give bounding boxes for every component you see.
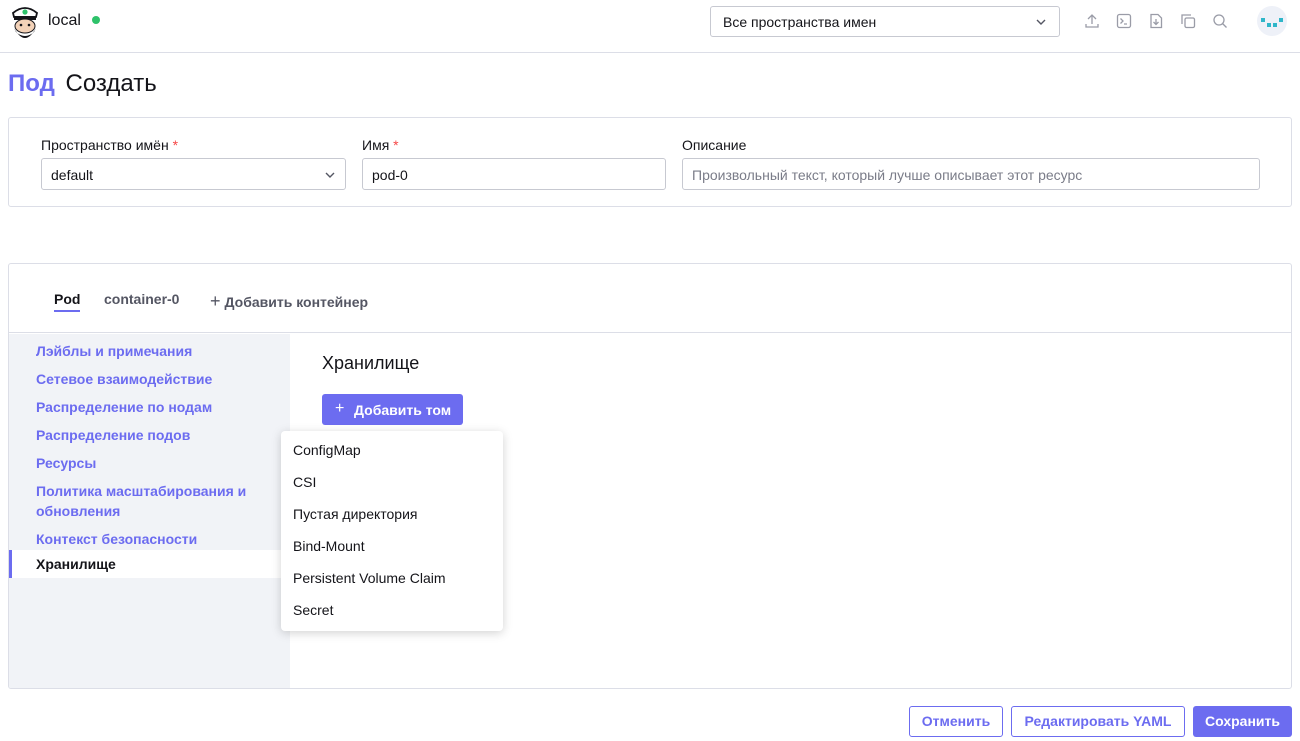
required-mark: * (172, 137, 179, 153)
nav-labels[interactable]: Лэйблы и примечания (9, 341, 290, 361)
menu-item-pvc[interactable]: Persistent Volume Claim (293, 570, 446, 586)
add-container-button[interactable]: + Добавить контейнер (210, 291, 368, 312)
user-avatar[interactable] (1257, 6, 1287, 36)
copy-kubeconfig-icon[interactable] (1179, 12, 1197, 30)
nav-security-context[interactable]: Контекст безопасности (9, 529, 290, 549)
storage-section-title: Хранилище (322, 353, 420, 373)
namespace-value: default (51, 167, 94, 183)
metadata-card: Пространство имён * default Имя * pod-0 … (8, 117, 1292, 207)
tab-container-0[interactable]: container-0 (104, 291, 179, 307)
edit-yaml-button[interactable]: Редактировать YAML (1011, 706, 1185, 737)
top-bar: local Все пространства имен (0, 0, 1300, 53)
resource-type-link[interactable]: Под (8, 70, 55, 97)
name-value: pod-0 (372, 167, 408, 183)
menu-item-bind-mount[interactable]: Bind-Mount (293, 538, 365, 554)
namespace-filter-select[interactable]: Все пространства имен (710, 6, 1060, 37)
container-tabs: Pod container-0 + Добавить контейнер (9, 264, 1291, 333)
volume-type-menu: ConfigMap CSI Пустая директория Bind-Mou… (281, 431, 503, 631)
description-label: Описание (682, 137, 747, 153)
active-tab-indicator (54, 310, 80, 312)
tab-pod[interactable]: Pod (54, 291, 80, 307)
chevron-down-icon (1036, 19, 1046, 25)
import-yaml-icon[interactable] (1083, 12, 1101, 30)
description-placeholder: Произвольный текст, который лучше описыв… (692, 167, 1083, 183)
nav-node-scheduling[interactable]: Распределение по нодам (9, 397, 290, 417)
description-input[interactable]: Произвольный текст, который лучше описыв… (682, 158, 1260, 190)
download-kubeconfig-icon[interactable] (1147, 12, 1165, 30)
add-volume-button[interactable]: + Добавить том (322, 394, 463, 425)
save-button[interactable]: Сохранить (1193, 706, 1292, 737)
plus-icon: + (210, 291, 221, 311)
name-input[interactable]: pod-0 (362, 158, 666, 190)
menu-item-configmap[interactable]: ConfigMap (293, 442, 361, 458)
nav-resources[interactable]: Ресурсы (9, 453, 290, 473)
menu-item-secret[interactable]: Secret (293, 602, 333, 618)
cluster-logo-icon[interactable] (8, 4, 42, 42)
nav-scaling-policy[interactable]: Политика масштабирования и обновления (9, 481, 290, 521)
menu-item-csi[interactable]: CSI (293, 474, 316, 490)
pod-form-card: Pod container-0 + Добавить контейнер Лэйб… (8, 263, 1292, 689)
namespace-label: Пространство имён * (41, 137, 179, 153)
search-icon[interactable] (1211, 12, 1229, 30)
menu-item-empty-dir[interactable]: Пустая директория (293, 506, 418, 522)
page-title: Под Создать (8, 70, 157, 98)
cluster-status-dot (92, 16, 100, 24)
nav-pod-scheduling[interactable]: Распределение подов (9, 425, 290, 445)
kubectl-shell-icon[interactable] (1115, 12, 1133, 30)
namespace-select[interactable]: default (41, 158, 346, 190)
chevron-down-icon (325, 172, 335, 178)
plus-icon: + (335, 400, 345, 417)
name-label: Имя * (362, 137, 399, 153)
cluster-name[interactable]: local (48, 12, 81, 30)
required-mark: * (393, 137, 399, 153)
page-action: Создать (65, 70, 157, 97)
namespace-filter-value: Все пространства имен (723, 14, 877, 30)
side-nav: Лэйблы и примечания Сетевое взаимодейств… (9, 334, 290, 688)
nav-networking[interactable]: Сетевое взаимодействие (9, 369, 290, 389)
cancel-button[interactable]: Отменить (909, 706, 1003, 737)
nav-storage[interactable]: Хранилище (9, 550, 290, 578)
